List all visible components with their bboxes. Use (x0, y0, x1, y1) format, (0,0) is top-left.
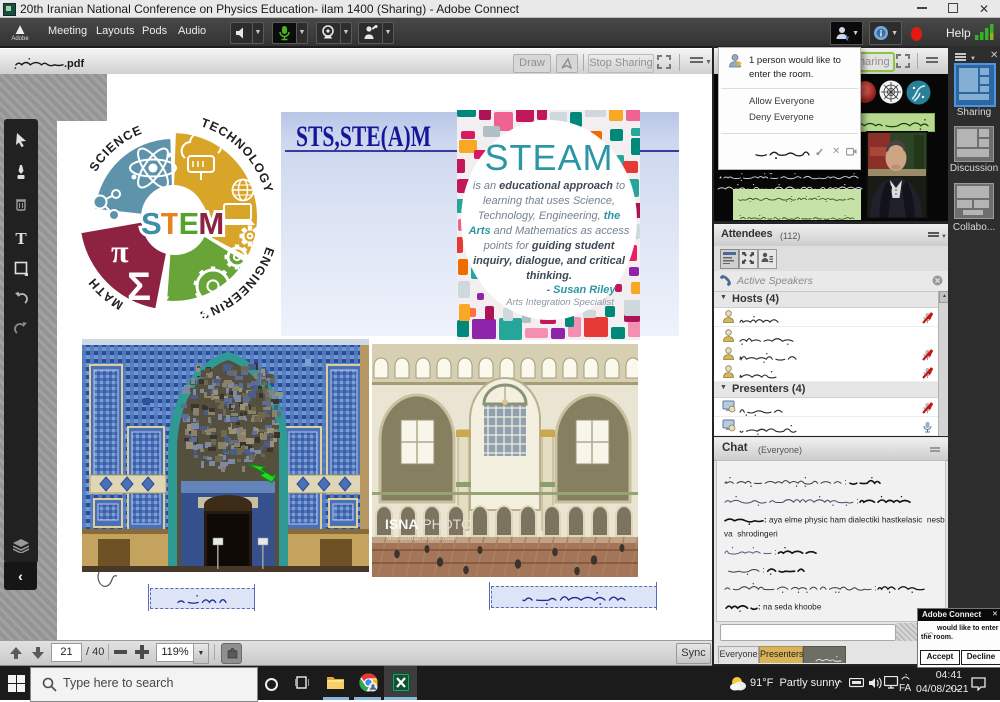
svg-text:- Susan Riley: - Susan Riley (546, 284, 616, 296)
svg-text:Arts and Mathematics as access: Arts and Mathematics as access (468, 225, 630, 237)
svg-text:Σ: Σ (127, 265, 151, 309)
svg-text:points for guiding student: points for guiding student (483, 240, 616, 252)
svg-text:π: π (111, 233, 129, 269)
svg-text:ISNA PHOTO: ISNA PHOTO (385, 516, 472, 532)
svg-text:is an educational approach to: is an educational approach to (473, 180, 625, 192)
svg-text:Mohammad Amin Ansari: Mohammad Amin Ansari (386, 535, 456, 542)
svg-text:STEM: STEM (141, 206, 223, 241)
svg-text:STEAM: STEAM (484, 137, 613, 178)
svg-text:inquiry, dialogue, and critica: inquiry, dialogue, and critical (473, 255, 626, 267)
svg-text:%: % (157, 293, 172, 312)
svg-text:Arts Integration Specialist: Arts Integration Specialist (505, 297, 614, 308)
svg-text:Technology, Engineering, the: Technology, Engineering, the (478, 210, 620, 222)
svg-text:learning that uses Science,: learning that uses Science, (483, 195, 615, 207)
svg-text:thinking.: thinking. (526, 270, 572, 282)
